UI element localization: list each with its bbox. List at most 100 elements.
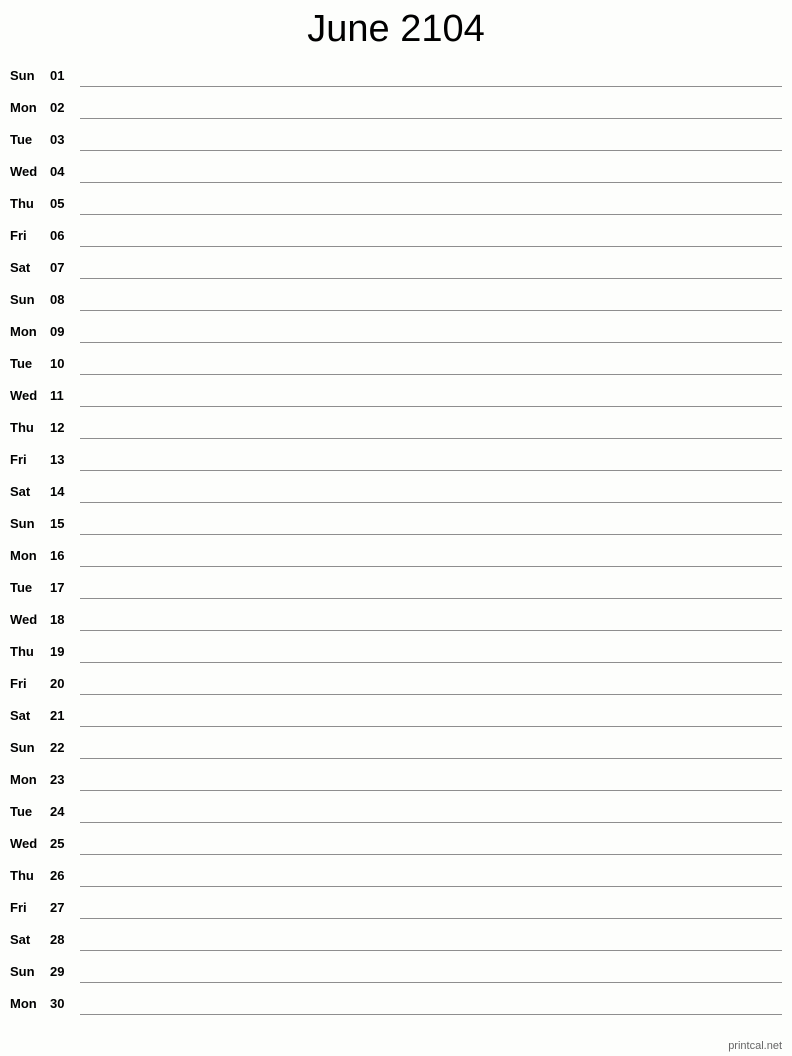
- day-row: Wed 18: [0, 604, 792, 636]
- day-row: Sat 14: [0, 476, 792, 508]
- day-of-week: Fri: [10, 676, 27, 691]
- day-row: Wed 04: [0, 156, 792, 188]
- day-number: 13: [50, 452, 65, 467]
- writing-line: [80, 566, 782, 567]
- day-of-week: Tue: [10, 804, 33, 819]
- day-of-week: Fri: [10, 452, 27, 467]
- writing-line: [80, 502, 782, 503]
- day-number: 28: [50, 932, 65, 947]
- day-of-week: Sun: [10, 292, 35, 307]
- day-number: 04: [50, 164, 65, 179]
- day-of-week: Mon: [10, 100, 37, 115]
- day-of-week: Tue: [10, 132, 33, 147]
- day-number: 17: [50, 580, 65, 595]
- day-of-week: Sat: [10, 260, 31, 275]
- day-row: Mon 30: [0, 988, 792, 1020]
- writing-line: [80, 406, 782, 407]
- day-number: 27: [50, 900, 65, 915]
- day-row: Sun 08: [0, 284, 792, 316]
- day-row: Sat 21: [0, 700, 792, 732]
- day-of-week: Wed: [10, 164, 38, 179]
- day-number: 12: [50, 420, 65, 435]
- day-row: Mon 02: [0, 92, 792, 124]
- writing-line: [80, 726, 782, 727]
- day-number: 05: [50, 196, 65, 211]
- day-list: Sun 01 Mon 02 Tue 03 Wed 04 Thu 05 Fri 06 Sat 07 Sun 08…: [0, 60, 792, 1020]
- day-row: Fri 27: [0, 892, 792, 924]
- day-number: 06: [50, 228, 65, 243]
- day-row: Sun 15: [0, 508, 792, 540]
- writing-line: [80, 278, 782, 279]
- day-row: Sat 28: [0, 924, 792, 956]
- day-number: 08: [50, 292, 65, 307]
- writing-line: [80, 534, 782, 535]
- day-of-week: Wed: [10, 388, 38, 403]
- day-row: Thu 12: [0, 412, 792, 444]
- day-row: Thu 19: [0, 636, 792, 668]
- day-number: 02: [50, 100, 65, 115]
- writing-line: [80, 950, 782, 951]
- day-row: Mon 16: [0, 540, 792, 572]
- day-number: 29: [50, 964, 65, 979]
- writing-line: [80, 822, 782, 823]
- writing-line: [80, 662, 782, 663]
- writing-line: [80, 438, 782, 439]
- writing-line: [80, 918, 782, 919]
- day-number: 20: [50, 676, 65, 691]
- day-row: Wed 11: [0, 380, 792, 412]
- day-of-week: Sun: [10, 516, 35, 531]
- writing-line: [80, 374, 782, 375]
- day-row: Fri 06: [0, 220, 792, 252]
- writing-line: [80, 182, 782, 183]
- day-number: 19: [50, 644, 65, 659]
- day-of-week: Mon: [10, 324, 37, 339]
- day-of-week: Sun: [10, 68, 35, 83]
- writing-line: [80, 1014, 782, 1015]
- day-of-week: Sat: [10, 708, 31, 723]
- day-number: 01: [50, 68, 65, 83]
- writing-line: [80, 246, 782, 247]
- writing-line: [80, 470, 782, 471]
- day-number: 11: [50, 388, 64, 403]
- day-of-week: Mon: [10, 996, 37, 1011]
- day-of-week: Tue: [10, 356, 33, 371]
- day-number: 26: [50, 868, 65, 883]
- writing-line: [80, 630, 782, 631]
- day-of-week: Sun: [10, 740, 35, 755]
- day-row: Sun 01: [0, 60, 792, 92]
- day-of-week: Fri: [10, 228, 27, 243]
- writing-line: [80, 694, 782, 695]
- day-row: Mon 09: [0, 316, 792, 348]
- writing-line: [80, 982, 782, 983]
- day-number: 09: [50, 324, 65, 339]
- day-row: Fri 13: [0, 444, 792, 476]
- writing-line: [80, 854, 782, 855]
- day-row: Fri 20: [0, 668, 792, 700]
- writing-line: [80, 310, 782, 311]
- day-of-week: Thu: [10, 868, 34, 883]
- day-of-week: Sun: [10, 964, 35, 979]
- day-of-week: Sat: [10, 484, 31, 499]
- day-row: Sat 07: [0, 252, 792, 284]
- day-row: Tue 17: [0, 572, 792, 604]
- day-row: Mon 23: [0, 764, 792, 796]
- day-row: Tue 24: [0, 796, 792, 828]
- writing-line: [80, 214, 782, 215]
- day-of-week: Mon: [10, 772, 37, 787]
- day-row: Wed 25: [0, 828, 792, 860]
- writing-line: [80, 758, 782, 759]
- day-number: 21: [50, 708, 65, 723]
- day-number: 15: [50, 516, 65, 531]
- writing-line: [80, 86, 782, 87]
- day-number: 30: [50, 996, 65, 1011]
- day-number: 25: [50, 836, 65, 851]
- day-of-week: Wed: [10, 612, 38, 627]
- day-row: Sun 29: [0, 956, 792, 988]
- writing-line: [80, 118, 782, 119]
- writing-line: [80, 598, 782, 599]
- day-number: 14: [50, 484, 65, 499]
- day-row: Tue 10: [0, 348, 792, 380]
- writing-line: [80, 342, 782, 343]
- writing-line: [80, 886, 782, 887]
- day-of-week: Fri: [10, 900, 27, 915]
